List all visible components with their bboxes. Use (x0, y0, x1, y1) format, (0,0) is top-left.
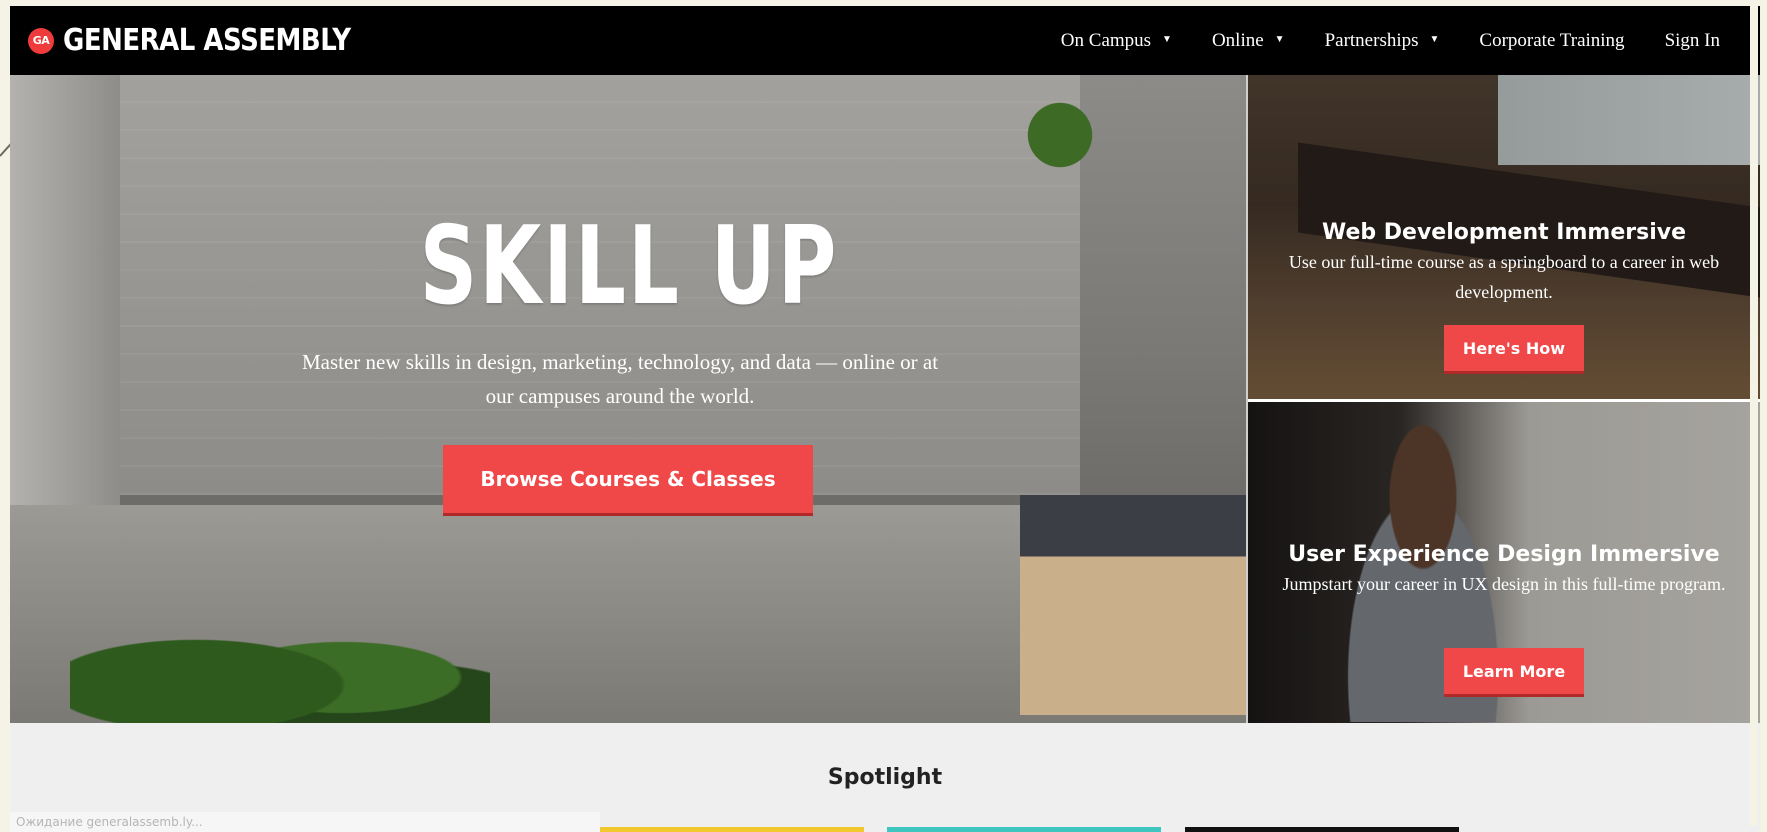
nav-item-label: Online (1211, 29, 1264, 51)
browser-status-bar: Ожидание generalassemb.ly... (10, 812, 600, 832)
nav-item-online[interactable]: Online ▼ (1212, 30, 1285, 52)
caret-down-icon: ▼ (1429, 34, 1440, 45)
hero-section: SKILL UP Master new skills in design, ma… (10, 75, 1248, 723)
ga-badge-icon: GA (28, 27, 54, 54)
nav-item-label: Sign In (1664, 29, 1720, 51)
hero-subtitle: Master new skills in design, marketing, … (301, 350, 939, 408)
nav-item-corporate-training[interactable]: Corporate Training (1479, 30, 1624, 52)
spotlight-tile[interactable] (887, 827, 1161, 832)
brand-name: GENERAL ASSEMBLY (63, 23, 351, 58)
nav-item-label: On Campus (1060, 29, 1152, 51)
card-title: User Experience Design Immersive (1288, 542, 1720, 567)
card-title: Web Development Immersive (1321, 220, 1687, 245)
nav-item-label: Corporate Training (1479, 29, 1625, 51)
card-ux-design[interactable]: User Experience Design Immersive Jumpsta… (1248, 402, 1760, 723)
top-navigation: GA GENERAL ASSEMBLY On Campus ▼ Online ▼… (10, 6, 1760, 75)
caret-down-icon: ▼ (1162, 34, 1172, 45)
hero-content: SKILL UP Master new skills in design, ma… (10, 75, 1248, 723)
browser-page: GA GENERAL ASSEMBLY On Campus ▼ Online ▼… (10, 6, 1760, 832)
nav-item-partnerships[interactable]: Partnerships ▼ (1325, 30, 1440, 52)
nav-links: On Campus ▼ Online ▼ Partnerships ▼ Corp… (1021, 30, 1720, 52)
card-description: Use our full-time course as a springboar… (1288, 252, 1720, 302)
spotlight-section: Spotlight Ожидание generalassemb.ly... (10, 723, 1760, 832)
caret-down-icon: ▼ (1274, 34, 1285, 45)
heres-how-button[interactable]: Here's How (1444, 325, 1584, 371)
page-scrollbar[interactable] (1750, 0, 1758, 826)
browse-courses-button[interactable]: Browse Courses & Classes (443, 445, 813, 513)
nav-item-label: Partnerships (1324, 29, 1419, 51)
card-web-development[interactable]: Web Development Immersive Use our full-t… (1248, 75, 1760, 399)
spotlight-tile[interactable] (590, 827, 864, 832)
spotlight-title: Spotlight (827, 765, 943, 790)
spotlight-tile[interactable] (1185, 827, 1459, 832)
learn-more-button[interactable]: Learn More (1444, 648, 1584, 694)
card-description: Jumpstart your career in UX design in th… (1282, 574, 1726, 594)
hero-title: SKILL UP (419, 203, 839, 329)
brand-logo[interactable]: GA GENERAL ASSEMBLY (28, 23, 351, 58)
nav-item-sign-in[interactable]: Sign In (1665, 30, 1720, 52)
nav-item-on-campus[interactable]: On Campus ▼ (1061, 30, 1172, 52)
